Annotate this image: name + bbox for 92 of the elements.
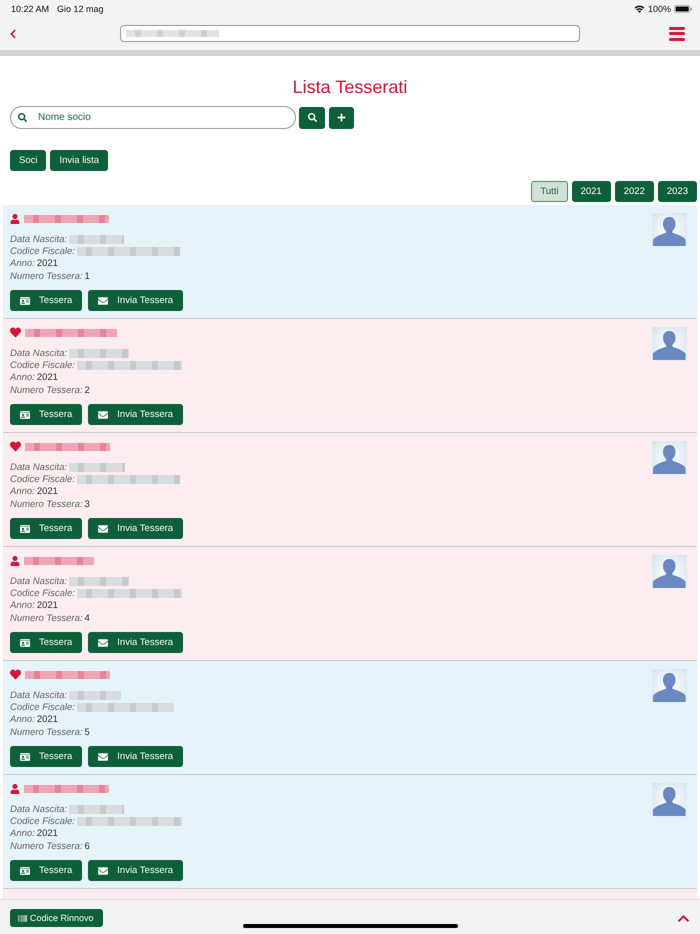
- scroll-top-button[interactable]: [676, 913, 690, 923]
- status-time: 10:22 AM: [11, 4, 50, 14]
- card-button[interactable]: Tessera: [10, 860, 82, 882]
- field-label: Data Nascita:: [10, 348, 68, 359]
- field-label: Data Nascita:: [10, 234, 68, 245]
- field-label: Anno:: [10, 714, 35, 726]
- field-label: Codice Fiscale:: [10, 816, 75, 827]
- barcode-icon: [18, 914, 27, 922]
- card-button[interactable]: Tessera: [10, 746, 82, 768]
- envelope-icon: [98, 752, 108, 762]
- field-value: 2021: [36, 714, 58, 726]
- search-button[interactable]: [299, 106, 325, 128]
- id-card-icon: [20, 638, 30, 648]
- field-label: Anno:: [10, 258, 35, 270]
- field-label: Anno:: [10, 372, 35, 384]
- members-button[interactable]: Soci: [10, 150, 46, 171]
- field-label: Numero Tessera:: [10, 840, 83, 852]
- year-filter-tab[interactable]: 2021: [572, 181, 611, 202]
- year-filter-tab[interactable]: 2022: [614, 181, 654, 202]
- field-value: 5: [84, 726, 90, 738]
- battery-icon: [674, 4, 692, 12]
- envelope-icon: [98, 866, 108, 876]
- field-label: Numero Tessera:: [10, 612, 83, 624]
- send-card-button[interactable]: Invia Tessera: [88, 860, 184, 882]
- field-value: 2021: [36, 486, 58, 498]
- envelope-icon: [98, 296, 108, 306]
- avatar-icon: [652, 669, 687, 702]
- menu-button[interactable]: [669, 26, 685, 40]
- battery-percent: 100%: [648, 4, 671, 14]
- field-label: Numero Tessera:: [10, 726, 83, 738]
- renewal-code-button[interactable]: Codice Rinnovo: [10, 909, 103, 927]
- field-value: 3: [84, 498, 90, 510]
- send-card-button[interactable]: Invia Tessera: [88, 290, 184, 312]
- field-label: Codice Fiscale:: [10, 588, 75, 599]
- search-icon: [308, 113, 316, 122]
- field-label: Codice Fiscale:: [10, 246, 75, 257]
- send-card-button[interactable]: Invia Tessera: [88, 518, 184, 540]
- field-value: 4: [84, 612, 90, 624]
- card-button[interactable]: Tessera: [10, 404, 82, 426]
- field-label: Data Nascita:: [10, 576, 68, 587]
- back-button[interactable]: [8, 26, 18, 40]
- year-filter-tab[interactable]: Tutti: [531, 181, 568, 202]
- id-card-icon: [20, 866, 30, 876]
- avatar-icon: [652, 327, 687, 360]
- field-value: 2021: [36, 600, 58, 612]
- field-value: 2021: [36, 372, 58, 384]
- field-label: Codice Fiscale:: [10, 360, 75, 371]
- send-card-button[interactable]: Invia Tessera: [88, 746, 184, 768]
- card-button[interactable]: Tessera: [10, 518, 82, 540]
- id-card-icon: [20, 752, 30, 762]
- field-label: Codice Fiscale:: [10, 702, 75, 713]
- field-value: 6: [84, 840, 90, 852]
- card-button[interactable]: Tessera: [10, 290, 82, 312]
- field-value: 2021: [36, 828, 58, 840]
- plus-icon: [337, 113, 346, 122]
- field-label: Data Nascita:: [10, 462, 68, 473]
- search-icon: [18, 113, 27, 122]
- field-label: Anno:: [10, 600, 35, 612]
- field-label: Numero Tessera:: [10, 270, 83, 282]
- envelope-icon: [98, 410, 108, 420]
- id-card-icon: [20, 524, 30, 534]
- avatar-icon: [652, 213, 687, 246]
- field-label: Data Nascita:: [10, 690, 68, 701]
- avatar-icon: [652, 441, 687, 474]
- chevron-left-icon: [8, 28, 18, 38]
- send-card-button[interactable]: Invia Tessera: [88, 632, 184, 654]
- url-field[interactable]: [120, 25, 580, 42]
- redacted-name: [24, 556, 94, 564]
- envelope-icon: [98, 524, 108, 534]
- search-field[interactable]: Nome socio: [10, 106, 296, 129]
- avatar-icon: [652, 555, 687, 588]
- send-list-button[interactable]: Invia lista: [50, 150, 108, 171]
- field-label: Numero Tessera:: [10, 498, 83, 510]
- id-card-icon: [20, 410, 30, 420]
- field-label: Data Nascita:: [10, 804, 68, 815]
- field-value: 2: [84, 384, 90, 396]
- field-label: Anno:: [10, 828, 35, 840]
- add-button[interactable]: [329, 106, 354, 128]
- status-date: Gio 12 mag: [57, 4, 104, 14]
- wifi-icon: [634, 4, 645, 12]
- page-title: Lista Tesserati: [292, 76, 408, 98]
- field-label: Codice Fiscale:: [10, 474, 75, 485]
- field-value: 1: [84, 270, 90, 282]
- field-label: Anno:: [10, 486, 35, 498]
- card-button[interactable]: Tessera: [10, 632, 82, 654]
- id-card-icon: [20, 296, 30, 306]
- send-card-button[interactable]: Invia Tessera: [88, 404, 184, 426]
- field-value: 2021: [36, 258, 58, 270]
- year-filter-tab[interactable]: 2023: [658, 181, 697, 202]
- avatar-icon: [652, 783, 687, 816]
- field-label: Numero Tessera:: [10, 384, 83, 396]
- envelope-icon: [98, 638, 108, 648]
